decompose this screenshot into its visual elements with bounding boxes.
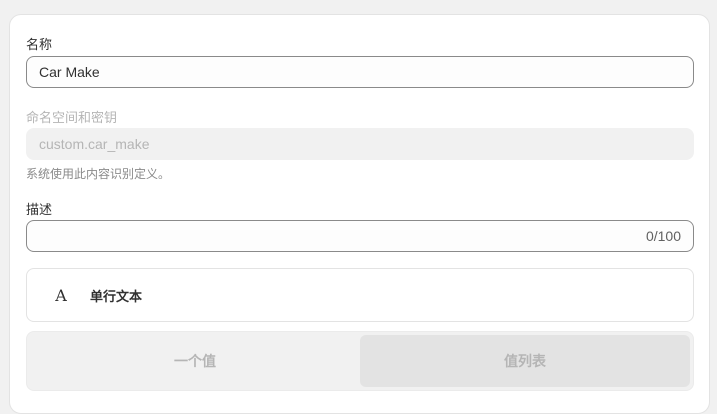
namespace-help-text: 系统使用此内容识别定义。 — [26, 167, 171, 181]
single-value-option[interactable]: 一个值 — [30, 335, 360, 387]
description-label: 描述 — [26, 202, 53, 217]
namespace-input-value: custom.car_make — [39, 136, 150, 152]
namespace-input: custom.car_make — [26, 128, 694, 160]
name-input[interactable]: Car Make — [26, 56, 694, 88]
description-input[interactable]: 0/100 — [26, 220, 694, 252]
field-type-label: 单行文本 — [90, 288, 143, 304]
field-type-selector[interactable]: A 单行文本 — [26, 268, 694, 322]
namespace-label: 命名空间和密钥 — [26, 110, 118, 125]
definition-card: 名称 Car Make 命名空间和密钥 custom.car_make 系统使用… — [9, 14, 710, 414]
value-mode-toggle: 一个值 值列表 — [26, 331, 694, 391]
text-type-icon: A — [55, 285, 67, 305]
name-label: 名称 — [26, 37, 53, 52]
character-counter: 0/100 — [645, 228, 681, 244]
name-input-value: Car Make — [39, 64, 100, 80]
value-list-option[interactable]: 值列表 — [360, 335, 690, 387]
